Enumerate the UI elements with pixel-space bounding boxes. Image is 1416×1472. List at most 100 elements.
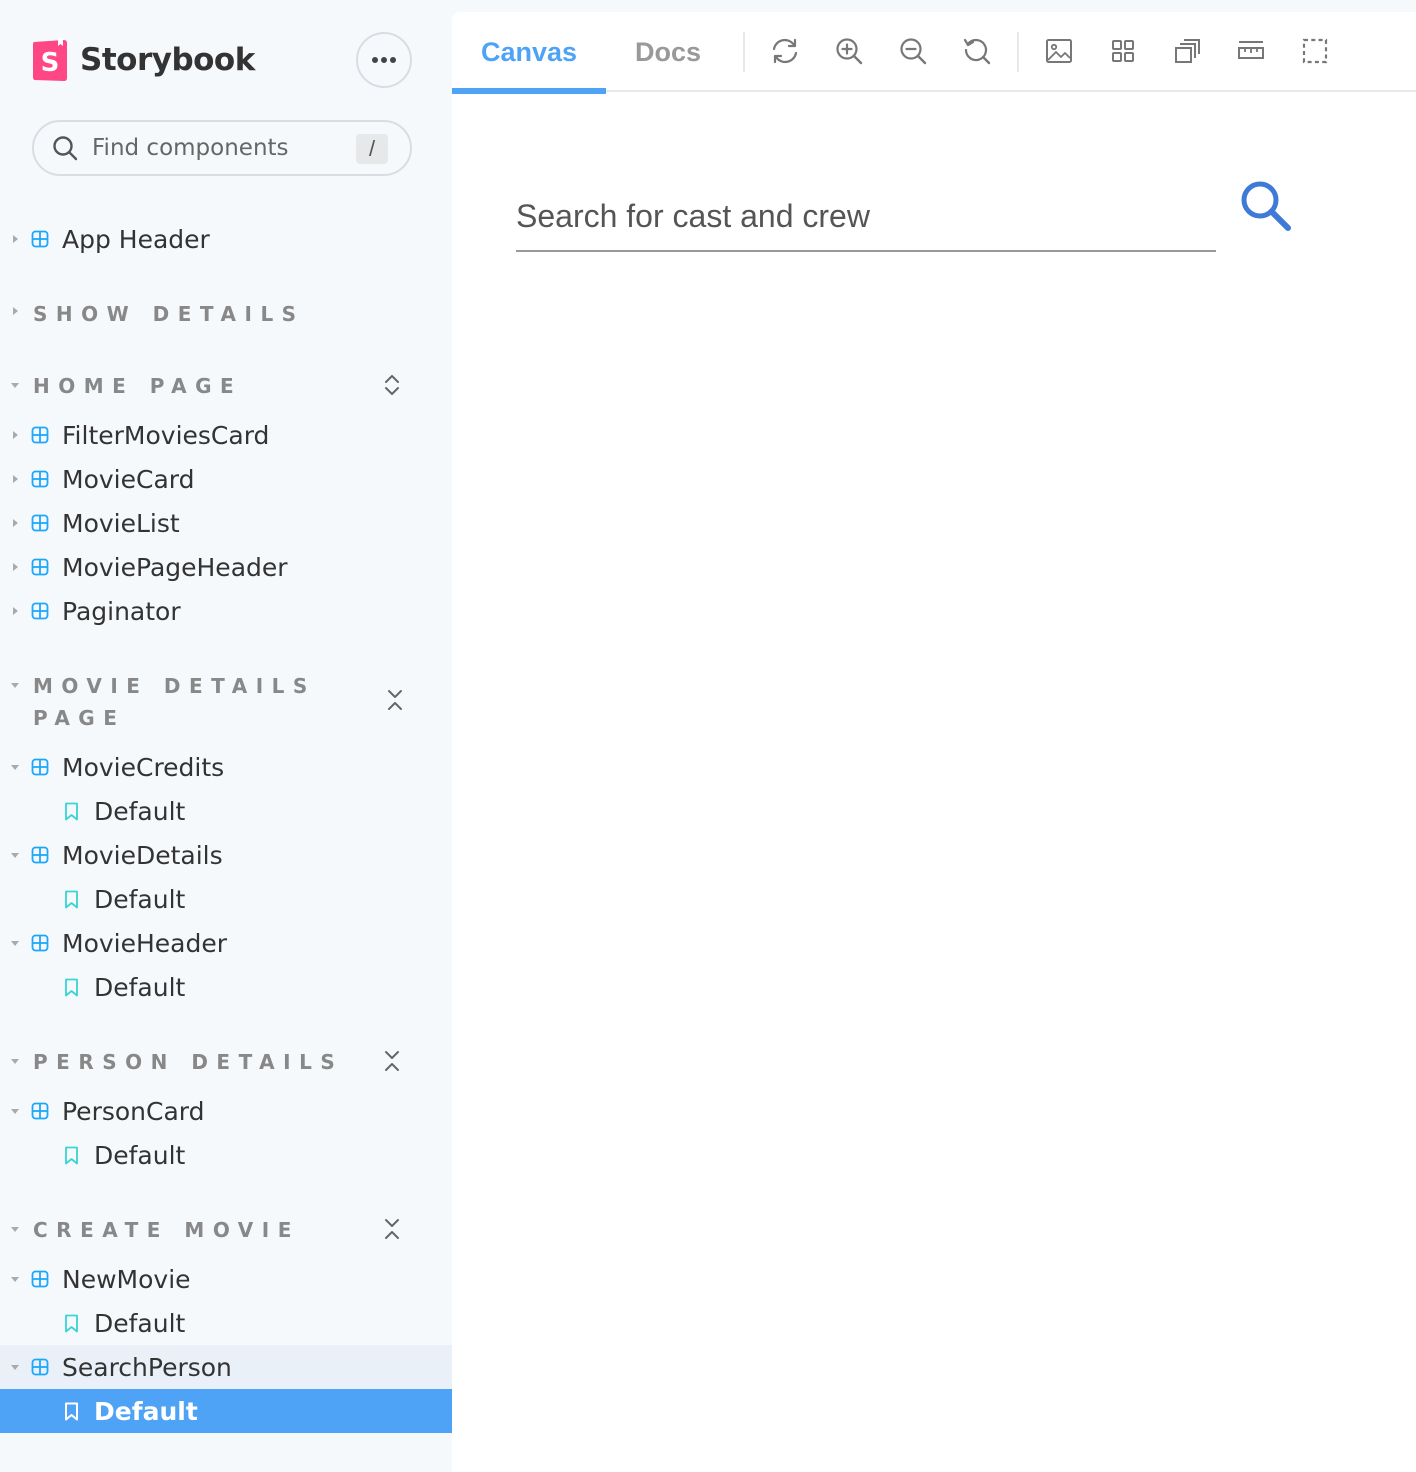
sidebar-item-label: Default — [94, 1396, 198, 1426]
tab-canvas[interactable]: Canvas — [452, 12, 606, 94]
sidebar-item-label: PersonCard — [62, 1096, 205, 1126]
component-icon — [31, 846, 49, 864]
sidebar-item-label: App Header — [62, 224, 210, 254]
sidebar-item-moviecredits[interactable]: MovieCredits — [0, 745, 452, 789]
caret-down-icon — [11, 765, 19, 770]
sidebar-item-label: SearchPerson — [62, 1352, 232, 1382]
sidebar-item-moviedetails[interactable]: MovieDetails — [0, 833, 452, 877]
sidebar-item-personcard[interactable]: PersonCard — [0, 1089, 452, 1133]
expand-all-icon[interactable] — [382, 372, 402, 398]
caret-right-icon — [13, 307, 18, 315]
component-icon — [31, 758, 49, 776]
component-icon — [31, 426, 49, 444]
brand[interactable]: S Storybook — [32, 38, 255, 82]
outline-icon[interactable] — [1300, 36, 1330, 66]
bookmark-icon — [65, 978, 78, 996]
caret-right-icon — [13, 607, 18, 615]
active-tab-indicator — [452, 88, 606, 94]
caret-down-icon — [11, 1227, 19, 1232]
search-icon — [53, 136, 78, 161]
reload-icon[interactable] — [770, 36, 800, 66]
caret-right-icon — [13, 563, 18, 571]
bookmark-icon — [65, 1402, 78, 1420]
sidebar-item-movielist[interactable]: MovieList — [0, 501, 452, 545]
bookmark-icon — [65, 890, 78, 908]
component-icon — [31, 558, 49, 576]
sidebar-item-label: Default — [94, 796, 186, 826]
sidebar-item-label: MoviePageHeader — [62, 552, 288, 582]
component-icon — [31, 1270, 49, 1288]
more-horizontal-icon — [372, 57, 396, 63]
component-icon — [31, 1358, 49, 1376]
caret-down-icon — [11, 683, 19, 688]
measure-icon[interactable] — [1236, 36, 1266, 66]
component-icon — [31, 230, 49, 248]
viewport-icon[interactable] — [1172, 36, 1202, 66]
background-icon[interactable] — [1044, 36, 1074, 66]
component-search[interactable]: Find components / — [32, 120, 412, 176]
sidebar-item-searchperson[interactable]: SearchPerson — [0, 1345, 452, 1389]
caret-right-icon — [13, 431, 18, 439]
caret-down-icon — [11, 1059, 19, 1064]
search-icon[interactable] — [1238, 178, 1294, 234]
component-icon — [31, 1102, 49, 1120]
sidebar-item-label: Default — [94, 884, 186, 914]
tab-docs[interactable]: Docs — [612, 12, 724, 92]
sidebar-story-searchperson-default[interactable]: Default — [0, 1389, 452, 1433]
search-placeholder: Find components — [92, 135, 289, 161]
tab-label: Canvas — [480, 36, 578, 67]
caret-right-icon — [13, 475, 18, 483]
grid-icon[interactable] — [1108, 36, 1138, 66]
group-title: CREATE MOVIE — [33, 1218, 300, 1242]
group-title: PERSON DETAILS — [33, 1050, 344, 1074]
sidebar-story-moviedetails-default[interactable]: Default — [0, 877, 452, 921]
sidebar-item-app-header[interactable]: App Header — [0, 217, 452, 261]
toolbar-divider — [1017, 32, 1019, 72]
sidebar-story-moviecredits-default[interactable]: Default — [0, 789, 452, 833]
reset-zoom-icon[interactable] — [962, 36, 992, 66]
sidebar-item-label: MovieCredits — [62, 752, 225, 782]
caret-down-icon — [11, 853, 19, 858]
sidebar-story-newmovie-default[interactable]: Default — [0, 1301, 452, 1345]
collapse-all-icon[interactable] — [382, 1216, 402, 1242]
caret-down-icon — [11, 941, 19, 946]
zoom-out-icon[interactable] — [898, 36, 928, 66]
sidebar-item-label: Default — [94, 972, 186, 1002]
svg-text:S: S — [41, 48, 60, 78]
component-icon — [31, 470, 49, 488]
cast-crew-search-placeholder: Search for cast and crew — [516, 198, 870, 234]
sidebar-item-label: Paginator — [62, 596, 181, 626]
toolbar-divider — [743, 32, 745, 72]
sidebar-story-movieheader-default[interactable]: Default — [0, 965, 452, 1009]
sidebar-item-label: Default — [94, 1140, 186, 1170]
sidebar-item-filtermoviescard[interactable]: FilterMoviesCard — [0, 413, 452, 457]
caret-down-icon — [11, 1277, 19, 1282]
sidebar-item-paginator[interactable]: Paginator — [0, 589, 452, 633]
sidebar-item-movieheader[interactable]: MovieHeader — [0, 921, 452, 965]
sidebar-item-label: NewMovie — [62, 1264, 191, 1294]
collapse-all-icon[interactable] — [382, 1048, 402, 1074]
storybook-logo-icon: S — [33, 38, 67, 81]
caret-down-icon — [11, 1109, 19, 1114]
sidebar-item-moviepageheader[interactable]: MoviePageHeader — [0, 545, 452, 589]
sidebar-item-label: MovieHeader — [62, 928, 228, 958]
sidebar-item-moviecard[interactable]: MovieCard — [0, 457, 452, 501]
caret-down-icon — [11, 1365, 19, 1370]
cast-crew-search-input[interactable]: Search for cast and crew — [516, 188, 1216, 252]
search-shortcut-badge: / — [356, 134, 388, 164]
sidebar-menu-button[interactable] — [356, 32, 412, 88]
sidebar-item-label: MovieList — [62, 508, 180, 538]
toolbar: Canvas Docs — [452, 12, 1416, 94]
sidebar-story-personcard-default[interactable]: Default — [0, 1133, 452, 1177]
preview-panel: Canvas Docs Search for cast and crew — [452, 12, 1416, 1472]
component-icon — [31, 934, 49, 952]
collapse-all-icon[interactable] — [385, 687, 405, 713]
bookmark-icon — [65, 1314, 78, 1332]
caret-right-icon — [13, 235, 18, 243]
group-title: MOVIE DETAILS PAGE — [33, 674, 316, 730]
zoom-in-icon[interactable] — [834, 36, 864, 66]
sidebar: S Storybook Find components / App Header… — [0, 0, 452, 1472]
sidebar-item-newmovie[interactable]: NewMovie — [0, 1257, 452, 1301]
sidebar-item-label: FilterMoviesCard — [62, 420, 270, 450]
bookmark-icon — [65, 1146, 78, 1164]
